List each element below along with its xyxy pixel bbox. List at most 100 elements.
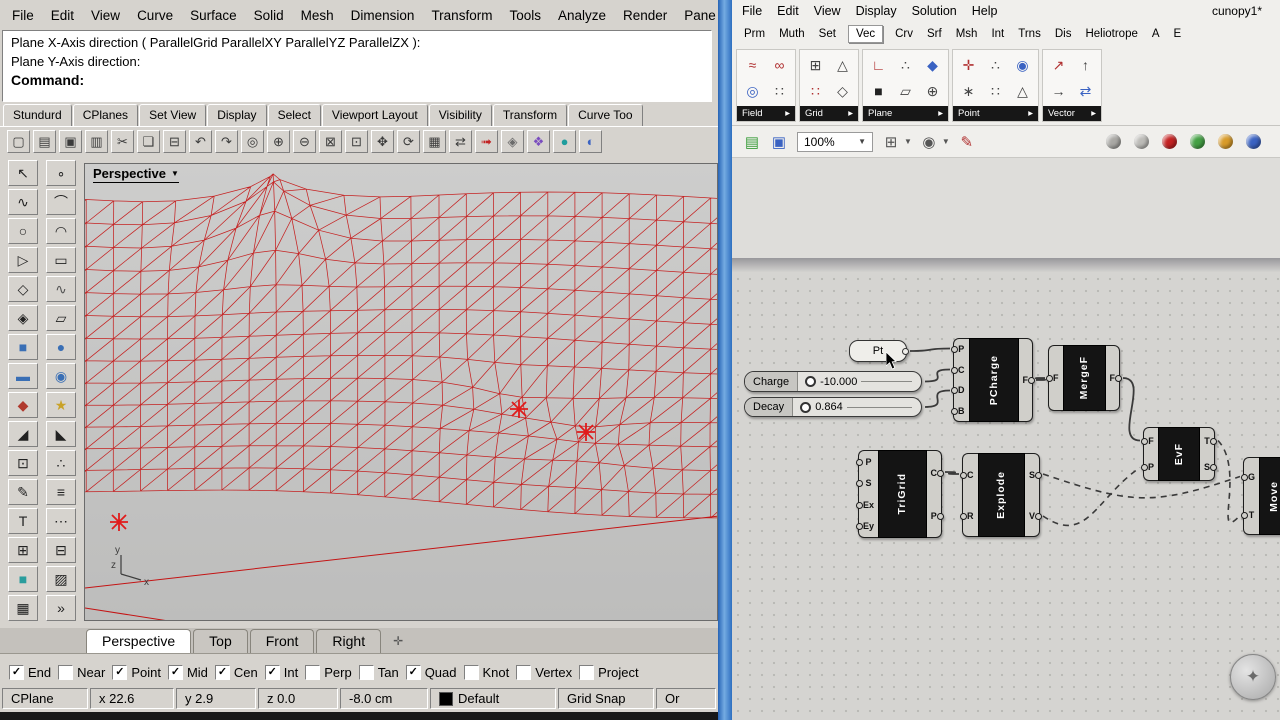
- grid-a-tool-icon[interactable]: ⊞: [8, 537, 38, 563]
- cage-tool-icon[interactable]: ⊡: [8, 450, 38, 476]
- canvas-grid-icon[interactable]: ⊞: [880, 131, 902, 153]
- rectangular-grid-icon[interactable]: ⊞: [803, 52, 828, 78]
- array-tool-icon[interactable]: ▦: [8, 595, 38, 621]
- output-port-f[interactable]: F: [1019, 375, 1035, 385]
- menu-dimension[interactable]: Dimension: [351, 8, 415, 23]
- cylinder-tool-icon[interactable]: ▬: [8, 363, 38, 389]
- osnap-cen[interactable]: ✓ Cen: [214, 665, 258, 680]
- move-icon[interactable]: ➟: [475, 130, 498, 153]
- circle-tool-icon[interactable]: ○: [8, 218, 38, 244]
- dots-tool-icon[interactable]: ⋯: [46, 508, 76, 534]
- view-tab-front[interactable]: Front: [249, 629, 315, 653]
- osnap-checkbox-int[interactable]: ✓: [264, 665, 280, 680]
- sketch-pen-icon[interactable]: ✎: [956, 131, 978, 153]
- toolbar-tab-set-view[interactable]: Set View: [139, 104, 207, 126]
- osnap-project[interactable]: Project: [579, 665, 639, 680]
- output-port-s[interactable]: S: [1200, 462, 1218, 472]
- status-cell--8-0-cm[interactable]: -8.0 cm: [340, 688, 428, 709]
- point-tool-icon[interactable]: ∘: [46, 160, 76, 186]
- osnap-tan[interactable]: Tan: [358, 665, 399, 680]
- polyline-tool-icon[interactable]: ∿: [8, 189, 38, 215]
- gh-tab-crv[interactable]: Crv: [893, 26, 915, 42]
- osnap-checkbox-tan[interactable]: [358, 665, 374, 680]
- status-cell-grid-snap[interactable]: Grid Snap: [558, 688, 654, 709]
- status-cell-x-22-6[interactable]: x 22.6: [90, 688, 174, 709]
- menu-transform[interactable]: Transform: [431, 8, 492, 23]
- rectangle-tool-icon[interactable]: ▭: [46, 247, 76, 273]
- node-trigrid[interactable]: P S Ex Ey TriGrid C P: [855, 450, 944, 538]
- open-file-icon[interactable]: ▤: [33, 130, 56, 153]
- input-port-p[interactable]: P: [1140, 462, 1158, 472]
- xy-plane-icon[interactable]: ∟: [866, 52, 891, 78]
- osnap-perp[interactable]: Perp: [305, 665, 352, 680]
- input-port-p[interactable]: P: [855, 457, 878, 467]
- menu-analyze[interactable]: Analyze: [558, 8, 606, 23]
- output-port-t[interactable]: T: [1200, 436, 1218, 446]
- node-pcharge[interactable]: P C D B PCharge F: [951, 338, 1035, 422]
- osnap-checkbox-mid[interactable]: ✓: [167, 665, 183, 680]
- fillet-tool-icon[interactable]: ◢: [8, 421, 38, 447]
- vector-xyz-icon[interactable]: ↗: [1046, 52, 1071, 78]
- preview-wire-ball[interactable]: [1134, 134, 1149, 149]
- input-port-c[interactable]: C: [951, 365, 969, 375]
- gh-menu-help[interactable]: Help: [972, 4, 998, 18]
- input-port-p[interactable]: P: [951, 344, 969, 354]
- preview-off-ball[interactable]: [1106, 134, 1121, 149]
- select-tool-icon[interactable]: ↖: [8, 160, 38, 186]
- ribbon-group-label-plane[interactable]: Plane ▸: [863, 106, 948, 121]
- gh-menu-edit[interactable]: Edit: [777, 4, 799, 18]
- redo-icon[interactable]: ↷: [215, 130, 238, 153]
- input-port-r[interactable]: R: [960, 511, 978, 521]
- osnap-checkbox-perp[interactable]: [305, 665, 321, 680]
- osnap-quad[interactable]: ✓ Quad: [405, 665, 457, 680]
- window-divider[interactable]: [718, 0, 732, 720]
- plane-tool-icon[interactable]: ▱: [46, 305, 76, 331]
- osnap-checkbox-project[interactable]: [579, 665, 595, 680]
- unit-y-icon[interactable]: ↑: [1073, 52, 1098, 78]
- star-tool-icon[interactable]: ★: [46, 392, 76, 418]
- view-tab-perspective[interactable]: Perspective: [86, 629, 192, 653]
- chevron-down-icon[interactable]: ▼: [904, 137, 912, 146]
- preview-shaded-ball[interactable]: [1162, 134, 1177, 149]
- gh-tab-muth[interactable]: Muth: [777, 26, 807, 42]
- gh-tab-trns[interactable]: Trns: [1016, 26, 1043, 42]
- gh-menu-view[interactable]: View: [814, 4, 841, 18]
- quality-low-ball[interactable]: [1190, 134, 1205, 149]
- plane-3pt-icon[interactable]: ∴: [893, 52, 918, 78]
- undo-icon[interactable]: ↶: [189, 130, 212, 153]
- box-tool-icon[interactable]: ■: [8, 334, 38, 360]
- save-definition-icon[interactable]: ▣: [768, 131, 790, 153]
- hexagonal-grid-icon[interactable]: ◇: [830, 78, 855, 104]
- populate-2d-icon[interactable]: ∷: [803, 78, 828, 104]
- gh-tab-set[interactable]: Set: [817, 26, 838, 42]
- helix-tool-icon[interactable]: ∿: [46, 276, 76, 302]
- gh-tab-e[interactable]: E: [1172, 26, 1184, 42]
- input-port-t[interactable]: T: [1240, 510, 1259, 520]
- zoom-out-icon[interactable]: ⊖: [293, 130, 316, 153]
- copy-object-icon[interactable]: ❖: [527, 130, 550, 153]
- toolbar-tab-display[interactable]: Display: [207, 104, 267, 126]
- zoom-select[interactable]: 100% ▼: [797, 131, 873, 152]
- input-port-d[interactable]: D: [951, 385, 969, 395]
- node-mergef[interactable]: F MergeF F: [1046, 345, 1122, 411]
- node-decay[interactable]: Decay 0.864: [744, 397, 922, 417]
- pan-icon[interactable]: ✥: [371, 130, 394, 153]
- osnap-checkbox-point[interactable]: ✓: [112, 665, 128, 680]
- toolbar-tab-cplanes[interactable]: CPlanes: [72, 104, 139, 126]
- copy-icon[interactable]: ❏: [137, 130, 160, 153]
- ribbon-group-label-grid[interactable]: Grid ▸: [800, 106, 858, 121]
- node-explode[interactable]: C R Explode S V: [960, 453, 1043, 537]
- input-port-f[interactable]: F: [1046, 373, 1063, 383]
- quality-high-ball[interactable]: [1246, 134, 1261, 149]
- output-port-p[interactable]: P: [927, 511, 944, 521]
- menu-file[interactable]: File: [12, 8, 34, 23]
- arc-tool-icon[interactable]: ◠: [46, 218, 76, 244]
- osnap-checkbox-quad[interactable]: ✓: [405, 665, 421, 680]
- menu-edit[interactable]: Edit: [51, 8, 74, 23]
- surface-tool-icon[interactable]: ◈: [8, 305, 38, 331]
- cut-icon[interactable]: ✂: [111, 130, 134, 153]
- chamfer-tool-icon[interactable]: ◣: [46, 421, 76, 447]
- osnap-int[interactable]: ✓ Int: [264, 665, 298, 680]
- slider-grip-charge[interactable]: [805, 376, 817, 387]
- viewport-tab-extra-icon[interactable]: ✛: [383, 634, 413, 653]
